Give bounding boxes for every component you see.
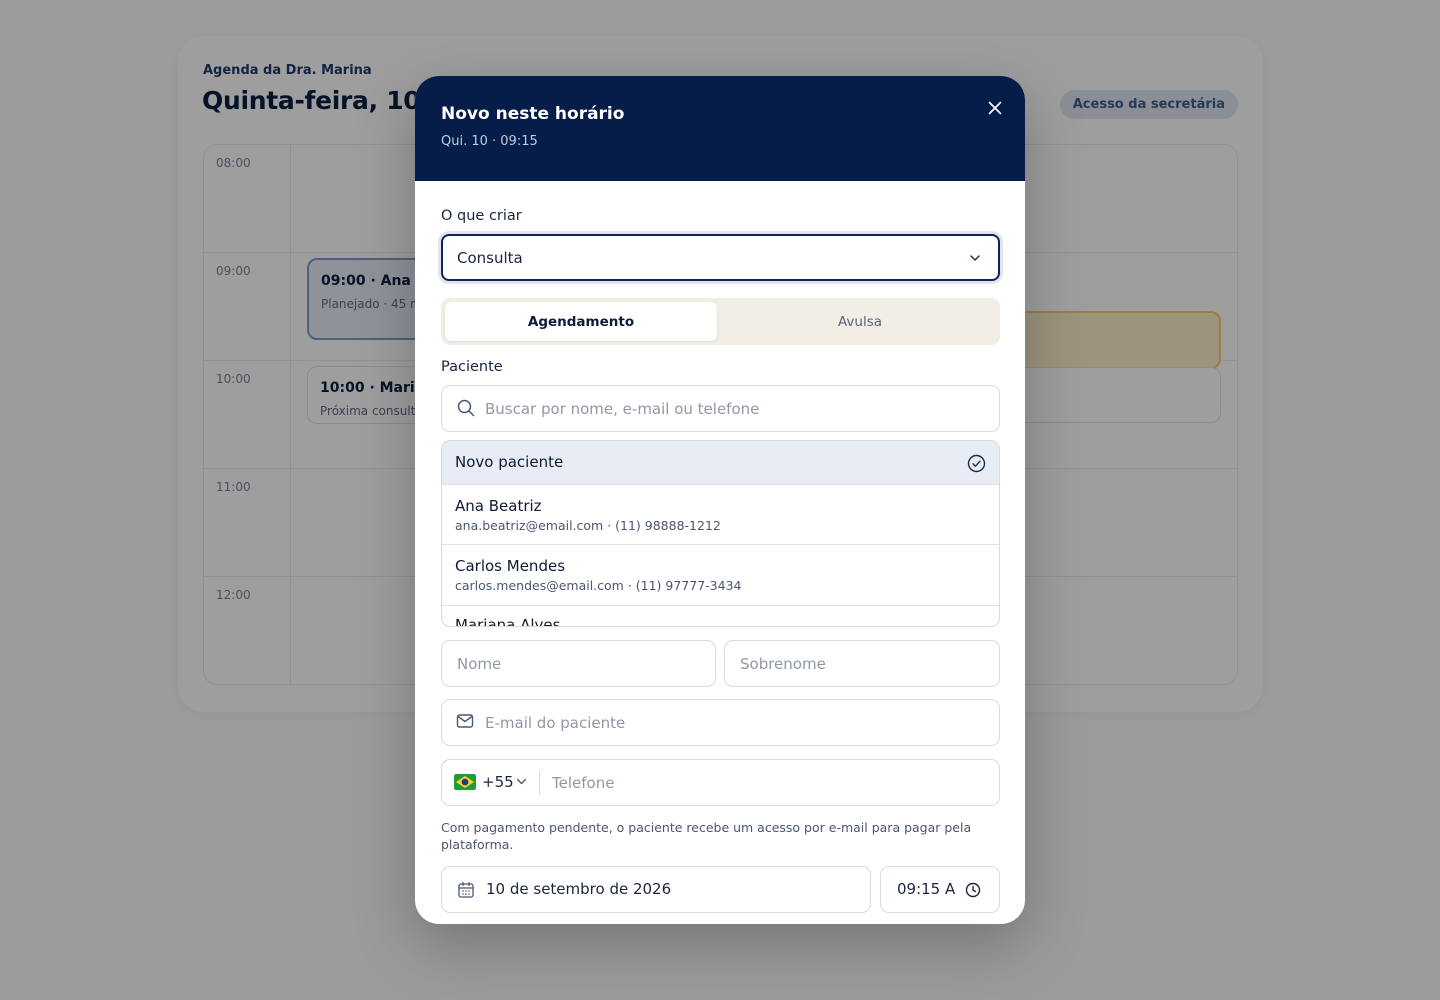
tab-avulsa[interactable]: Avulsa xyxy=(724,302,996,341)
patient-name: Carlos Mendes xyxy=(455,557,566,575)
what-to-create-select[interactable]: Consulta xyxy=(441,234,1000,281)
chevron-down-icon[interactable] xyxy=(515,775,528,788)
patient-option-new[interactable]: Novo paciente xyxy=(442,441,999,485)
last-name-field xyxy=(724,640,1000,687)
email-field xyxy=(441,699,1000,746)
date-field[interactable]: 10 de setembro de 2026 xyxy=(441,866,871,913)
first-name-field xyxy=(441,640,716,687)
phone-input[interactable] xyxy=(552,772,982,794)
patient-option[interactable]: Ana Beatriz ana.beatriz@email.com · (11)… xyxy=(442,485,999,545)
patient-contact: carlos.mendes@email.com · (11) 97777-343… xyxy=(455,578,742,593)
new-slot-modal: Novo neste horário Qui. 10 · 09:15 O que… xyxy=(415,76,1025,924)
last-name-input[interactable] xyxy=(740,653,985,675)
type-tabs: Agendamento Avulsa xyxy=(441,298,1000,345)
date-value: 10 de setembro de 2026 xyxy=(486,880,672,898)
phone-divider xyxy=(539,771,540,795)
patient-label: Paciente xyxy=(441,359,503,375)
patient-option[interactable]: Carlos Mendes carlos.mendes@email.com · … xyxy=(442,545,999,606)
mail-icon xyxy=(456,714,474,728)
email-input[interactable] xyxy=(485,712,985,734)
patient-name: Novo paciente xyxy=(455,453,564,471)
phone-field: +55 xyxy=(441,759,1000,806)
calendar-icon xyxy=(458,881,474,898)
close-icon xyxy=(988,101,1002,115)
patient-name: Ana Beatriz xyxy=(455,497,542,515)
chevron-down-icon xyxy=(970,255,980,261)
check-circle-icon xyxy=(967,454,986,473)
payment-note: Com pagamento pendente, o paciente receb… xyxy=(441,820,972,852)
patient-search-box xyxy=(441,385,1000,432)
tab-agendamento[interactable]: Agendamento xyxy=(445,302,717,341)
patient-option[interactable]: Mariana Alves xyxy=(442,606,999,627)
patient-name: Mariana Alves xyxy=(455,616,561,627)
close-button[interactable] xyxy=(985,98,1005,118)
patient-contact: ana.beatriz@email.com · (11) 98888-1212 xyxy=(455,518,721,533)
what-to-create-label: O que criar xyxy=(441,208,522,224)
modal-subtitle: Qui. 10 · 09:15 xyxy=(441,134,538,149)
country-code[interactable]: +55 xyxy=(482,773,514,791)
patient-list[interactable]: Novo paciente Ana Beatriz ana.beatriz@em… xyxy=(441,440,1000,627)
select-value: Consulta xyxy=(457,249,523,267)
patient-search-input[interactable] xyxy=(485,398,985,420)
first-name-input[interactable] xyxy=(457,653,702,675)
brazil-flag-icon[interactable] xyxy=(454,774,476,790)
search-icon xyxy=(457,399,475,417)
modal-title: Novo neste horário xyxy=(441,104,625,124)
modal-header: Novo neste horário Qui. 10 · 09:15 xyxy=(415,76,1025,181)
time-value: 09:15 AM xyxy=(897,880,955,898)
time-field[interactable]: 09:15 AM xyxy=(880,866,1000,913)
clock-icon xyxy=(965,882,981,898)
